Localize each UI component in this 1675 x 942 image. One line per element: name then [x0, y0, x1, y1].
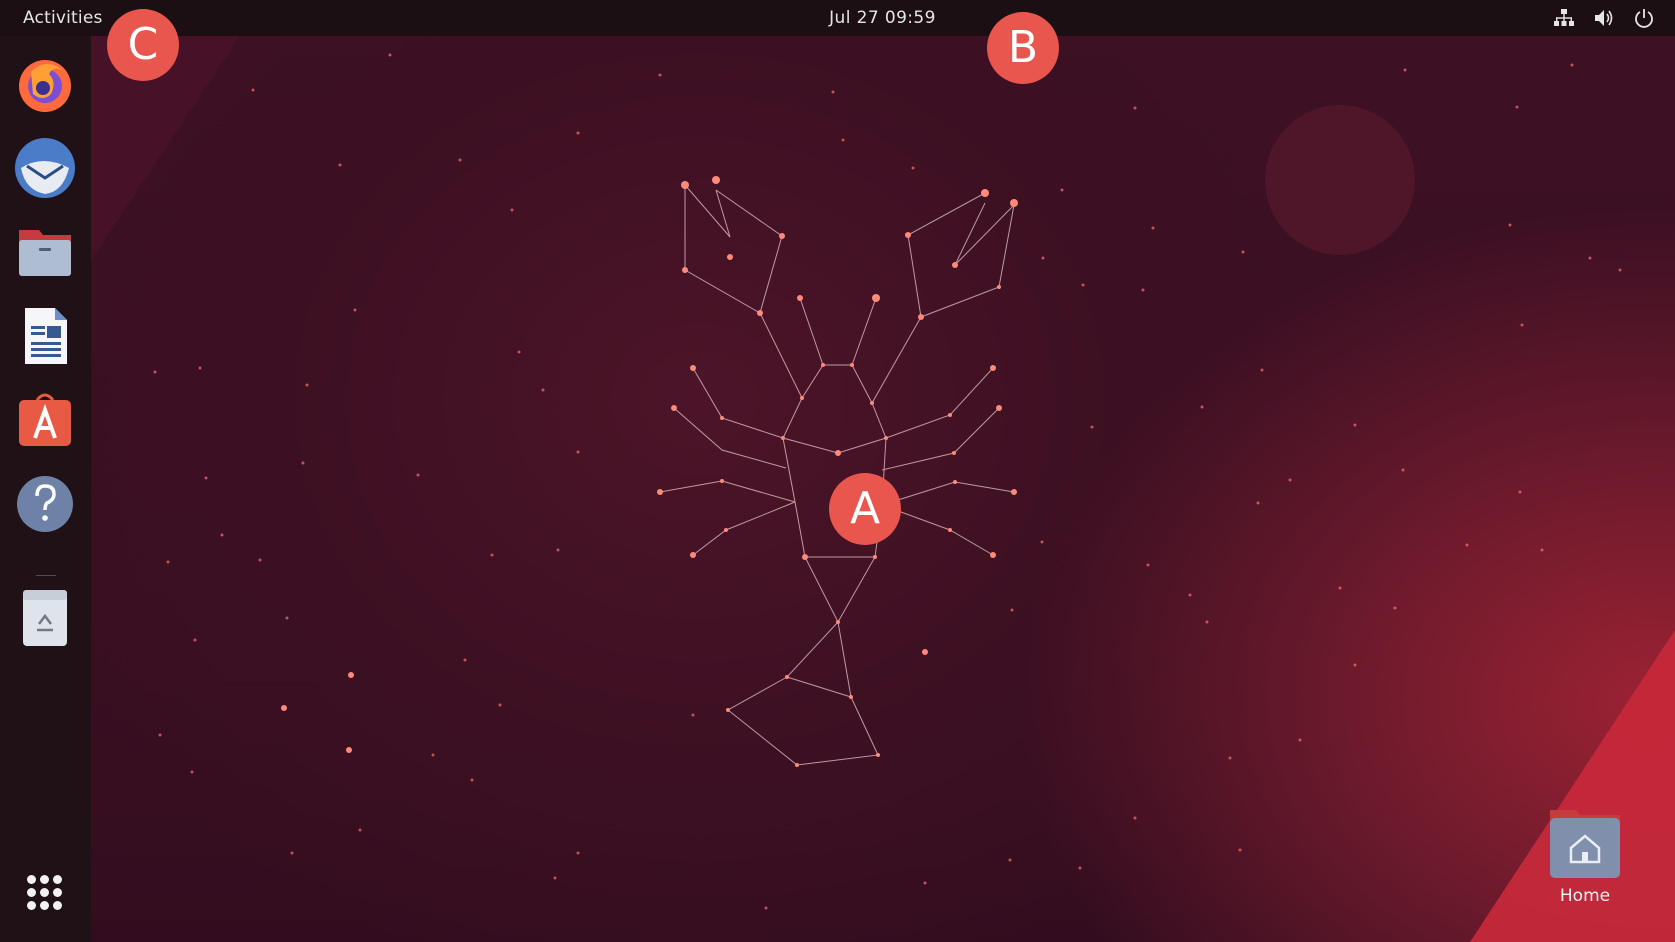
dock	[0, 36, 91, 942]
libreoffice-writer-icon[interactable]	[13, 304, 77, 368]
home-folder-icon	[1550, 810, 1620, 878]
show-applications-icon[interactable]	[20, 868, 68, 916]
app-center-icon[interactable]	[13, 388, 77, 452]
volume-icon[interactable]	[1593, 7, 1615, 29]
trash-icon[interactable]	[13, 586, 77, 650]
clock-button[interactable]: Jul 27 09:59	[829, 8, 936, 28]
annotation-marker-c: C	[107, 9, 179, 81]
dock-separator	[36, 575, 56, 576]
help-icon[interactable]	[13, 472, 77, 536]
firefox-icon[interactable]	[13, 52, 77, 116]
annotation-marker-a: A	[829, 473, 901, 545]
annotation-marker-b: B	[987, 12, 1059, 84]
power-icon[interactable]	[1633, 7, 1655, 29]
home-folder-label: Home	[1559, 886, 1611, 906]
home-folder-desktop-icon[interactable]: Home	[1540, 806, 1630, 906]
desktop-wallpaper	[0, 0, 1675, 942]
network-icon[interactable]	[1553, 7, 1575, 29]
clock-area: Jul 27 09:59	[0, 8, 1675, 28]
lobster-constellation	[91, 36, 1675, 942]
system-tray[interactable]	[1553, 7, 1655, 29]
activities-button[interactable]: Activities	[23, 8, 103, 28]
top-bar: Activities Jul 27 09:59	[0, 0, 1675, 36]
thunderbird-icon[interactable]	[13, 136, 77, 200]
files-icon[interactable]	[13, 220, 77, 284]
